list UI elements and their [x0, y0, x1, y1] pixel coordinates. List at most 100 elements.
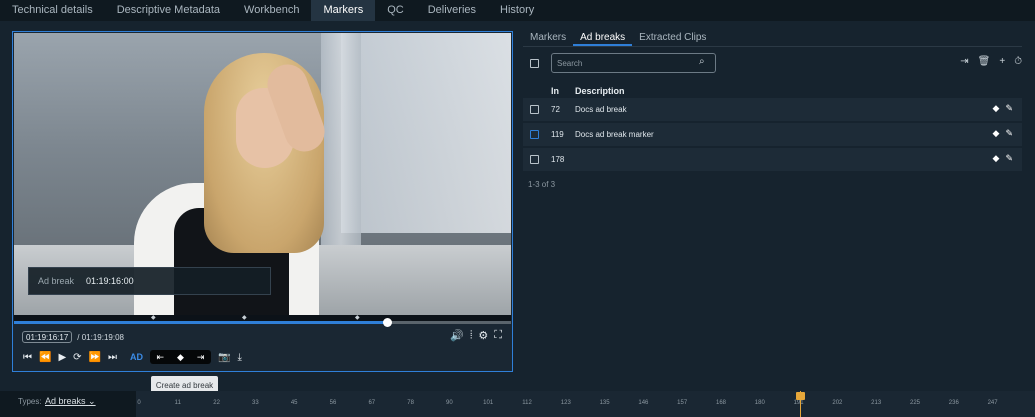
search-input[interactable] — [551, 53, 716, 73]
snapshot-camera-icon[interactable]: 📷 — [218, 352, 230, 363]
tab-technical-details[interactable]: Technical details — [0, 0, 105, 21]
diamond-icon[interactable]: ◆ — [993, 128, 1000, 139]
tab-history[interactable]: History — [488, 0, 546, 21]
pagination-count: 1-3 of 3 — [528, 180, 556, 189]
types-dropdown-value: Ad breaks — [45, 396, 86, 406]
settings-gear-icon[interactable]: ⚙ — [478, 329, 488, 342]
timeline-tick-label: 0 — [137, 400, 141, 406]
tab-descriptive-metadata[interactable]: Descriptive Metadata — [105, 0, 232, 21]
panel-tab-extracted-clips[interactable]: Extracted Clips — [632, 28, 713, 46]
top-tab-bar: Technical details Descriptive Metadata W… — [0, 0, 1035, 21]
table-header: In Description — [523, 84, 1022, 98]
edit-pencil-icon[interactable]: ✎ — [1005, 103, 1013, 114]
timeline-tick-label: 168 — [715, 400, 727, 406]
audio-waveform-icon[interactable]: ⦙ — [470, 329, 472, 342]
row-checkbox[interactable] — [530, 105, 539, 114]
timeline-tick-label: 56 — [329, 400, 337, 406]
table-row[interactable]: 119 Docs ad break marker ◆ ✎ — [523, 123, 1022, 146]
timeline-tick-label: 225 — [909, 400, 921, 406]
skip-to-start-icon[interactable]: ⏮ — [23, 352, 32, 363]
skip-to-end-icon[interactable]: ⏭ — [108, 352, 117, 363]
duration-label: / 01:19:19:08 — [77, 332, 124, 342]
row-in: 119 — [551, 130, 564, 139]
ad-breaks-panel: Markers Ad breaks Extracted Clips ⌕ ⇥ 🗑 … — [523, 28, 1022, 189]
play-icon[interactable]: ▶ — [58, 352, 66, 363]
timeline-tick-label: 180 — [754, 400, 765, 406]
timeline-tick-label: 146 — [638, 400, 649, 406]
timeline-tick-label: 236 — [948, 400, 959, 406]
loop-icon[interactable]: ⟳ — [73, 352, 81, 363]
timeline-tick-label: 213 — [871, 400, 882, 406]
row-description: Docs ad break — [575, 105, 627, 114]
add-icon[interactable]: + — [999, 56, 1005, 67]
tab-markers[interactable]: Markers — [311, 0, 376, 21]
tab-qc[interactable]: QC — [375, 0, 416, 21]
column-description[interactable]: Description — [575, 86, 625, 96]
diamond-icon[interactable]: ◆ — [993, 153, 1000, 164]
tab-deliveries[interactable]: Deliveries — [416, 0, 488, 21]
panel-tools: ⇥ 🗑 + ⏱ — [960, 56, 1022, 67]
chevron-down-icon: ⌄ — [88, 396, 96, 406]
timeline-ruler[interactable]: 0 11 22 33 45 56 67 78 90 101 112 123 135 146 157 168 18… — [136, 391, 1035, 417]
timeline-tick-label: 191 — [793, 400, 804, 406]
seek-bar-handle[interactable] — [382, 318, 392, 327]
current-timecode-field[interactable]: 01:19:16:17 — [22, 331, 73, 343]
row-description: Docs ad break marker — [575, 130, 654, 139]
timeline-bar: Types: Ad breaks ⌄ 0 11 22 33 45 56 67 78 90 101 1… — [0, 391, 1035, 417]
timeline-tick-label: 11 — [174, 400, 181, 406]
step-back-icon[interactable]: ⏪ — [39, 352, 51, 363]
timeline-tick-label: 112 — [522, 400, 532, 406]
export-icon[interactable]: ⇥ — [960, 56, 968, 67]
panel-toolbar: ⌕ ⇥ 🗑 + ⏱ — [523, 53, 1022, 74]
panel-tab-markers[interactable]: Markers — [523, 28, 573, 46]
timeline-tick-label: 90 — [446, 400, 453, 406]
row-checkbox[interactable] — [530, 130, 539, 139]
timeline-tick-label: 78 — [407, 400, 414, 406]
download-icon[interactable]: ⤓ — [237, 352, 241, 363]
step-forward-icon[interactable]: ⏩ — [89, 352, 101, 363]
timeline-playhead[interactable] — [796, 391, 805, 417]
timecode-row: 01:19:16:17 / 01:19:19:08 — [22, 330, 124, 344]
delete-icon[interactable]: 🗑 — [978, 56, 991, 67]
search-icon[interactable]: ⌕ — [699, 56, 705, 67]
player-controls: ⏮ ⏪ ▶ ⟳ ⏩ ⏭ AD ⇤ ◆ ⇥ 📷 ⤓ — [23, 350, 242, 364]
row-in: 178 — [551, 155, 565, 164]
player-right-controls: 🔊 ⦙ ⚙ ⛶ — [450, 329, 502, 342]
timeline-tick-label: 247 — [987, 400, 998, 406]
create-ad-break-icon[interactable]: ◆ — [177, 352, 184, 363]
timeline-tick-label: 202 — [832, 400, 843, 406]
table-row[interactable]: 178 ◆ ✎ — [523, 148, 1022, 171]
row-checkbox[interactable] — [530, 155, 539, 164]
row-actions: ◆ ✎ — [993, 103, 1013, 114]
ad-break-overlay: Ad break 01:19:16:00 — [28, 267, 271, 295]
column-in[interactable]: In — [551, 86, 559, 96]
types-dropdown[interactable]: Ad breaks ⌄ — [45, 396, 96, 407]
table-row[interactable]: 72 Docs ad break ◆ ✎ — [523, 98, 1022, 121]
seek-bar-fill — [14, 321, 387, 324]
tab-workbench[interactable]: Workbench — [232, 0, 311, 21]
ad-break-overlay-label: Ad break — [38, 276, 75, 286]
types-label: Types: — [18, 397, 42, 406]
select-all-checkbox[interactable] — [530, 59, 539, 68]
ad-break-overlay-timecode: 01:19:16:00 — [86, 276, 134, 286]
video-frame[interactable]: Ad break 01:19:16:00 — [14, 33, 511, 315]
ad-mode-toggle[interactable]: AD — [130, 352, 143, 362]
fullscreen-icon[interactable]: ⛶ — [494, 329, 502, 342]
edit-pencil-icon[interactable]: ✎ — [1005, 153, 1013, 164]
ad-break-next-icon[interactable]: ⇥ — [197, 352, 205, 363]
seek-bar[interactable] — [14, 318, 511, 327]
timeline-tick-label: 45 — [290, 400, 298, 406]
timeline-tick-label: 135 — [599, 400, 610, 406]
row-in: 72 — [551, 105, 560, 114]
panel-tabs: Markers Ad breaks Extracted Clips — [523, 28, 1022, 47]
edit-pencil-icon[interactable]: ✎ — [1005, 128, 1013, 139]
diamond-icon[interactable]: ◆ — [993, 103, 1000, 114]
timeline-tick-label: 67 — [368, 400, 376, 406]
ad-break-previous-icon[interactable]: ⇤ — [156, 352, 164, 363]
volume-icon[interactable]: 🔊 — [450, 329, 464, 342]
panel-tab-ad-breaks[interactable]: Ad breaks — [573, 28, 633, 46]
timer-icon[interactable]: ⏱ — [1014, 56, 1022, 67]
timeline-tick-label: 123 — [560, 400, 571, 406]
timeline-tick-label: 33 — [252, 400, 259, 406]
ad-break-controls: ⇤ ◆ ⇥ — [150, 350, 211, 364]
